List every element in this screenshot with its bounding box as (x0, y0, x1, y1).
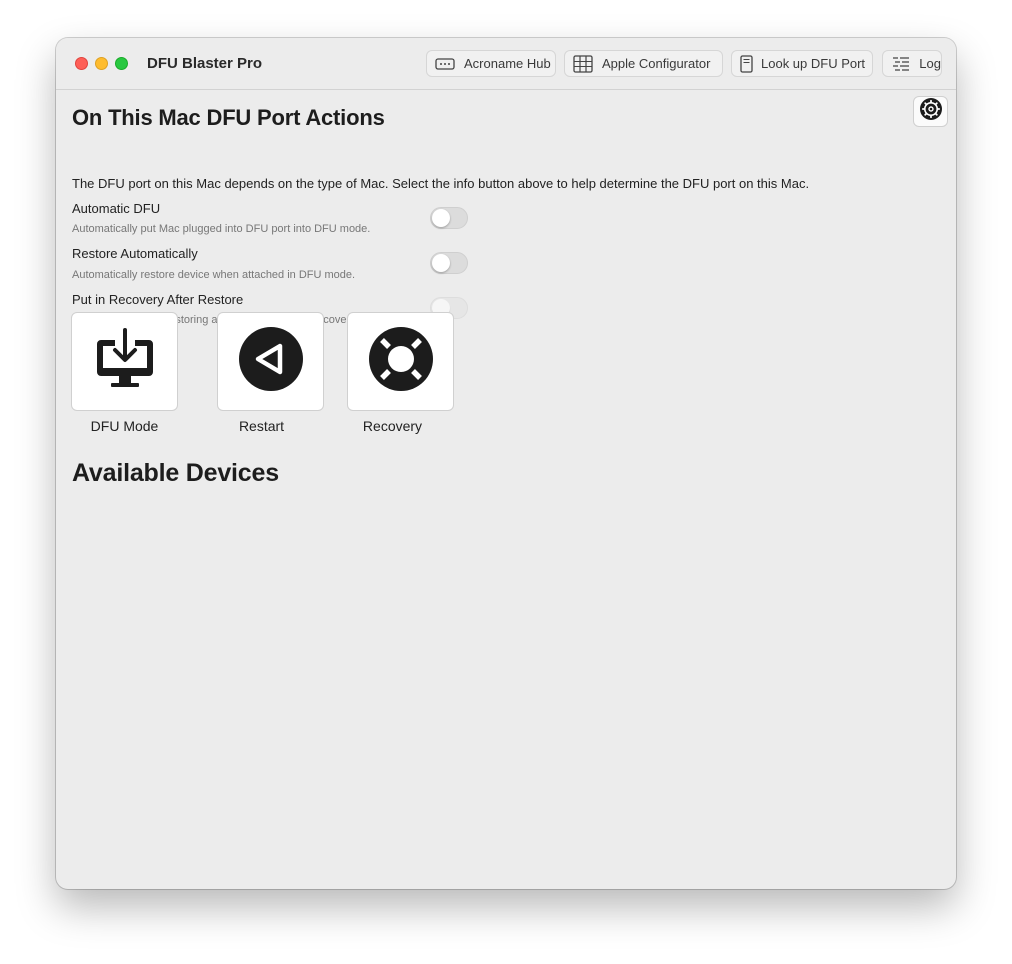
dfu-section-description: The DFU port on this Mac depends on the … (72, 176, 810, 191)
recovery-label: Recovery (362, 418, 423, 434)
app-window: DFU Blaster Pro Acroname Hub Apple Confi… (56, 38, 956, 889)
settings-button[interactable] (913, 96, 948, 127)
log-button[interactable]: Log (882, 50, 942, 77)
main-content: On This Mac DFU Port Actions The DFU por… (56, 91, 956, 821)
maximize-window-button[interactable] (115, 57, 128, 70)
log-list-icon (890, 55, 911, 73)
acroname-hub-label: Acroname Hub (464, 56, 551, 71)
restore-automatically-label: Restore Automatically (72, 246, 198, 261)
book-icon (739, 54, 753, 73)
recovery-button[interactable] (347, 312, 454, 411)
close-window-button[interactable] (75, 57, 88, 70)
title-bar: DFU Blaster Pro Acroname Hub Apple Confi… (56, 38, 956, 90)
dfu-mode-label: DFU Mode (90, 418, 159, 434)
automatic-dfu-description: Automatically put Mac plugged into DFU p… (72, 223, 371, 235)
restore-automatically-toggle[interactable] (430, 252, 468, 274)
minimize-window-button[interactable] (95, 57, 108, 70)
restart-label: Restart (238, 418, 285, 434)
restart-button[interactable] (217, 312, 324, 411)
dfu-mode-button[interactable] (71, 312, 178, 411)
lifebuoy-icon (368, 326, 434, 397)
dfu-section-title: On This Mac DFU Port Actions (72, 105, 385, 130)
restart-icon (238, 326, 304, 397)
automatic-dfu-label: Automatic DFU (72, 201, 161, 216)
gear-icon (919, 97, 943, 126)
hub-icon (434, 55, 456, 73)
apple-configurator-button[interactable]: Apple Configurator (564, 50, 723, 77)
lookup-dfu-port-label: Look up DFU Port (761, 56, 866, 71)
monitor-download-icon (93, 328, 157, 395)
automatic-dfu-toggle[interactable] (430, 207, 468, 229)
recovery-after-restore-label: Put in Recovery After Restore (72, 292, 244, 307)
apple-configurator-label: Apple Configurator (602, 56, 711, 71)
log-label: Log (919, 56, 941, 71)
restore-automatically-description: Automatically restore device when attach… (72, 269, 356, 281)
window-title: DFU Blaster Pro (147, 55, 263, 72)
configurator-icon (572, 54, 594, 73)
lookup-dfu-port-button[interactable]: Look up DFU Port (731, 50, 873, 77)
devices-section-title: Available Devices (72, 459, 279, 487)
acroname-hub-button[interactable]: Acroname Hub (426, 50, 556, 77)
